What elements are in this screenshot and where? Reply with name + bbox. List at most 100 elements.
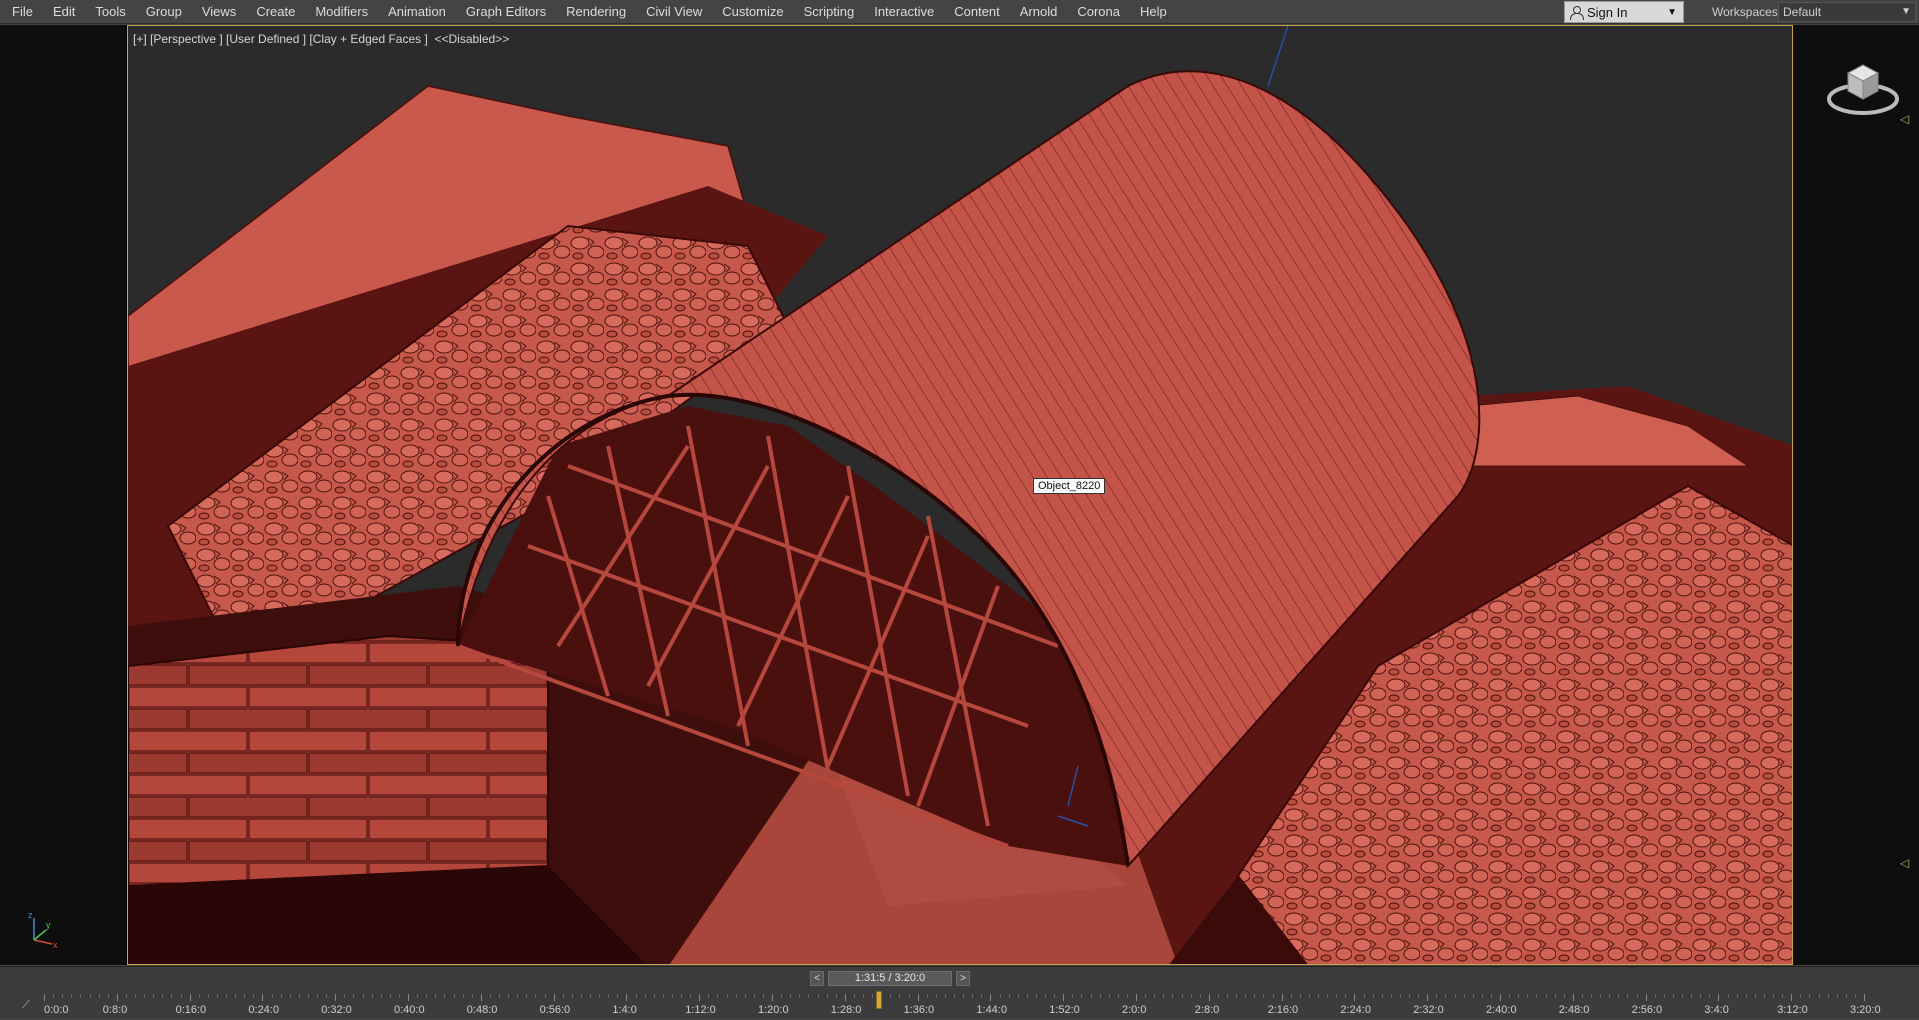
triangle-marker-icon: ◁ — [1900, 112, 1910, 126]
ruler-tick — [844, 994, 846, 1001]
ruler-minor-tick — [690, 994, 692, 998]
ruler-minor-tick — [1308, 994, 1310, 998]
menu-create[interactable]: Create — [246, 0, 305, 24]
sign-in-button[interactable]: Sign In ▼ — [1564, 1, 1684, 23]
ruler-minor-tick — [1035, 994, 1037, 998]
ruler-tick — [553, 994, 555, 1001]
ruler-minor-tick — [1154, 994, 1156, 998]
ruler-minor-tick — [1782, 994, 1784, 998]
menu-edit[interactable]: Edit — [43, 0, 85, 24]
ruler-minor-tick — [826, 994, 828, 998]
workspace-dropdown[interactable]: Default ▼ — [1778, 2, 1916, 22]
ruler-minor-tick — [762, 994, 764, 998]
ruler-tick-label: 2:16:0 — [1267, 1004, 1299, 1016]
next-frame-button[interactable]: > — [956, 971, 970, 986]
ruler-minor-tick — [853, 994, 855, 998]
ruler-minor-tick — [1418, 994, 1420, 998]
workspaces-label: Workspaces: — [1712, 5, 1782, 19]
timeline-bar: < 1:31:5 / 3:20:0 > ⟋ 0:0:0 0:8:0 0:16:0 0:… — [0, 966, 1919, 1019]
ruler-minor-tick — [435, 994, 437, 998]
time-slider[interactable]: < 1:31:5 / 3:20:0 > — [810, 971, 970, 986]
curve-editor-icon[interactable]: ⟋ — [22, 999, 38, 1013]
ruler-tick — [1354, 994, 1356, 1001]
menu-interactive[interactable]: Interactive — [864, 0, 944, 24]
ruler-tick-label: 0:0:0 — [44, 1004, 69, 1016]
ruler-minor-tick — [144, 994, 146, 998]
ruler-minor-tick — [1090, 994, 1092, 998]
ruler-minor-tick — [926, 994, 928, 998]
timeline-ruler[interactable]: 0:0:0 0:8:0 0:16:0 0:24:0 0:32:0 0:40:0 0:48:0… — [44, 994, 1919, 1020]
menu-customize[interactable]: Customize — [712, 0, 793, 24]
menu-corona[interactable]: Corona — [1067, 0, 1130, 24]
menu-rendering[interactable]: Rendering — [556, 0, 636, 24]
menu-group[interactable]: Group — [136, 0, 192, 24]
ruler-minor-tick — [1754, 994, 1756, 998]
ruler-minor-tick — [635, 994, 637, 998]
menu-arnold[interactable]: Arnold — [1010, 0, 1068, 24]
ruler-minor-tick — [1445, 994, 1447, 998]
ruler-minor-tick — [981, 994, 983, 998]
triangle-marker-icon: ◁ — [1900, 856, 1910, 870]
ruler-minor-tick — [271, 994, 273, 998]
ruler-minor-tick — [1327, 994, 1329, 998]
ruler-minor-tick — [289, 994, 291, 998]
ruler-tick — [990, 994, 992, 1001]
ruler-tick-label: 0:56:0 — [539, 1004, 571, 1016]
ruler-tick-label: 0:24:0 — [248, 1004, 279, 1016]
menu-content[interactable]: Content — [944, 0, 1010, 24]
ruler-minor-tick — [53, 994, 55, 998]
viewcube-icon[interactable] — [1826, 55, 1900, 121]
ruler-tick — [1791, 994, 1793, 1001]
ruler-minor-tick — [590, 994, 591, 998]
ruler-minor-tick — [180, 994, 182, 998]
ruler-minor-tick — [380, 994, 382, 998]
user-icon — [1569, 5, 1584, 20]
ruler-minor-tick — [508, 994, 510, 998]
ruler-minor-tick — [1399, 994, 1401, 998]
ruler-minor-tick — [462, 994, 464, 998]
ruler-minor-tick — [1672, 994, 1674, 998]
ruler-minor-tick — [1591, 994, 1592, 998]
viewport-label[interactable]: [+] [Perspective ] [User Defined ] [Clay… — [133, 32, 509, 46]
ruler-minor-tick — [1108, 994, 1110, 998]
ruler-minor-tick — [1263, 994, 1265, 998]
perspective-viewport[interactable]: [+] [Perspective ] [User Defined ] [Clay… — [127, 25, 1793, 965]
menu-tools[interactable]: Tools — [85, 0, 135, 24]
ruler-minor-tick — [326, 994, 328, 998]
menu-file[interactable]: File — [0, 0, 43, 24]
ruler-minor-tick — [216, 994, 218, 998]
ruler-minor-tick — [1181, 994, 1183, 998]
menu-scripting[interactable]: Scripting — [794, 0, 865, 24]
ruler-minor-tick — [1454, 994, 1456, 998]
menu-help[interactable]: Help — [1130, 0, 1177, 24]
ruler-minor-tick — [1518, 994, 1520, 998]
ruler-minor-tick — [562, 994, 564, 998]
ruler-tick — [699, 994, 701, 1001]
ruler-minor-tick — [535, 994, 537, 998]
menu-graph-editors[interactable]: Graph Editors — [456, 0, 556, 24]
ruler-minor-tick — [1809, 994, 1811, 998]
ruler-minor-tick — [935, 994, 937, 998]
menu-modifiers[interactable]: Modifiers — [305, 0, 378, 24]
ruler-minor-tick — [735, 994, 737, 998]
ruler-minor-tick — [1527, 994, 1529, 998]
ruler-minor-tick — [489, 994, 491, 998]
ruler-minor-tick — [1217, 994, 1219, 998]
prev-frame-button[interactable]: < — [810, 971, 824, 986]
ruler-minor-tick — [107, 994, 109, 998]
ruler-minor-tick — [198, 994, 200, 998]
ruler-minor-tick — [790, 994, 792, 998]
time-slider-thumb[interactable]: 1:31:5 / 3:20:0 — [828, 971, 952, 986]
timeline-playhead[interactable] — [875, 991, 882, 1009]
menu-animation[interactable]: Animation — [378, 0, 456, 24]
ruler-minor-tick — [808, 994, 810, 998]
ruler-tick — [262, 994, 264, 1001]
left-viewport-border — [0, 25, 127, 965]
menu-views[interactable]: Views — [192, 0, 246, 24]
ruler-minor-tick — [1682, 994, 1683, 998]
menu-civil-view[interactable]: Civil View — [636, 0, 712, 24]
ruler-minor-tick — [1736, 994, 1738, 998]
ruler-minor-tick — [799, 994, 801, 998]
ruler-tick-label: 1:44:0 — [976, 1004, 1007, 1016]
ruler-tick — [1718, 994, 1720, 1001]
